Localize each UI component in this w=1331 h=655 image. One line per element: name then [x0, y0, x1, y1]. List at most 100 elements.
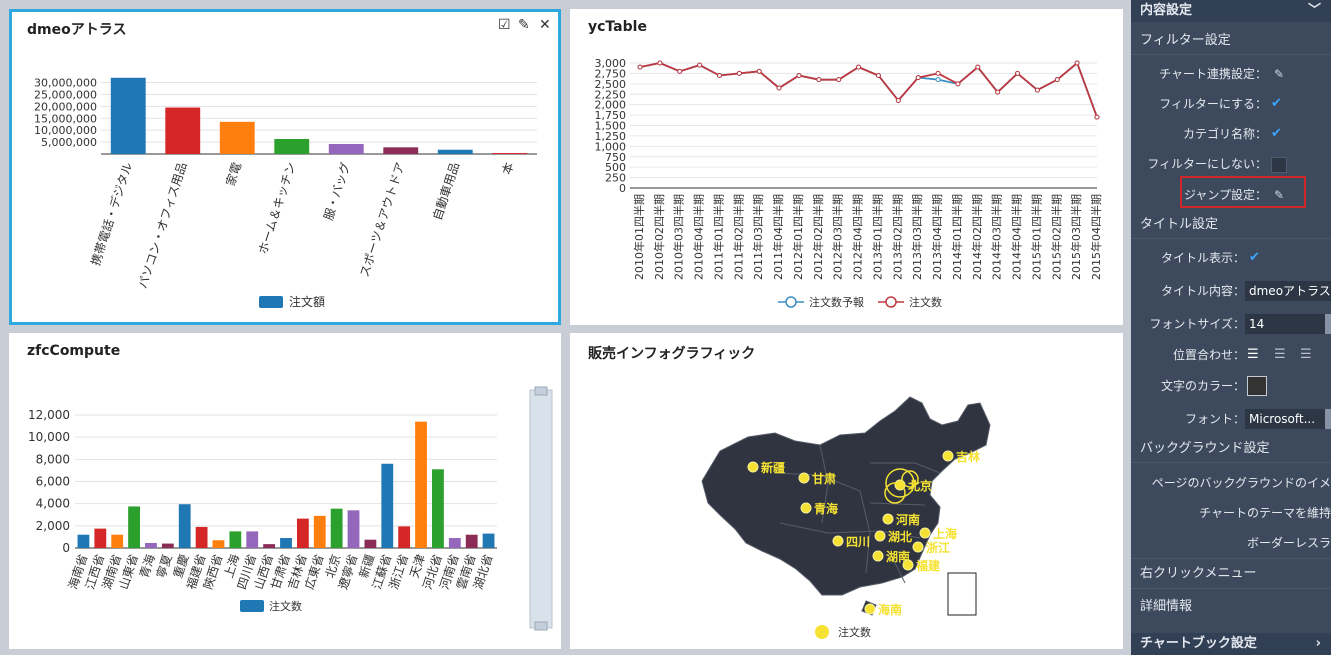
section-background: バックグラウンド設定 [1131, 436, 1331, 462]
row-keep-theme[interactable]: チャートのテーマを維持 [1131, 500, 1331, 526]
x-tick-label: 2013年02四半期 [890, 194, 904, 280]
chart-panel-zfc[interactable]: zfcCompute 0 2,000 4,000 6,000 8,000 10,000 12… [9, 333, 561, 649]
legend-label: 注文数 [838, 625, 871, 639]
map-point [919, 527, 931, 539]
row-chart-link: チャート連携設定： ✎ [1131, 61, 1331, 87]
edit-icon[interactable]: ✎ [1274, 61, 1284, 87]
align-left-icon[interactable]: ☰ [1247, 342, 1259, 368]
chevron-right-icon[interactable]: › [1316, 633, 1321, 655]
chart-panel-infographic[interactable]: 販売インフォグラフィック 新疆 甘肃 青海 四川 湖北 河南 上海 浙江 福建 湖南 海南 吉林 北京注… [570, 333, 1123, 649]
china-outline [701, 396, 991, 596]
font-label: フォント： [1184, 412, 1245, 426]
section-label: 右クリックメニュー [1140, 566, 1257, 581]
title-content-input[interactable]: dmeoアトラス [1245, 281, 1331, 301]
x-tick-label: 2011年03四半期 [751, 194, 765, 280]
bar [296, 518, 309, 548]
legend-label: 注文数 [909, 295, 942, 309]
bar [448, 538, 461, 548]
x-tick-label: 携帯電話・デジタル [88, 160, 136, 267]
data-point [736, 70, 742, 76]
font-size-label: フォントサイズ： [1149, 317, 1245, 331]
data-point [796, 73, 802, 78]
legend-label: 注文数 [269, 599, 302, 613]
data-point [995, 89, 1001, 95]
map-label: 河南 [895, 512, 920, 527]
data-point [1074, 60, 1080, 66]
bar [330, 508, 343, 548]
title-show-checkbox[interactable] [1249, 245, 1263, 271]
x-tick-label: 2015年04四半期 [1089, 194, 1103, 280]
row-borderless[interactable]: ボーダーレスラ [1131, 530, 1331, 556]
text-color-label: 文字のカラー： [1160, 379, 1245, 393]
map-point [874, 530, 886, 542]
map-point [912, 541, 924, 553]
section-right-click[interactable]: 右クリックメニュー [1131, 561, 1331, 587]
x-tick-label: 2013年04四半期 [930, 194, 944, 280]
chart-panel-yctable[interactable]: ycTable 0 250 500 750 1,000 1,250 1,500 1,750 2,… [570, 9, 1123, 325]
x-tick-label: スポーツ＆アウトドア [357, 161, 407, 279]
x-tick-label: 2015年01四半期 [1029, 194, 1043, 280]
map-point [942, 450, 954, 462]
section-content-settings[interactable]: 内容設定 ﹀ [1131, 0, 1331, 22]
x-tick-label: 2010年03四半期 [672, 194, 686, 280]
no-filter-checkbox[interactable] [1271, 157, 1287, 173]
bar [313, 515, 326, 548]
font-size-input[interactable]: 14 [1245, 314, 1325, 334]
legend-marker [885, 296, 897, 308]
chevron-down-icon[interactable]: ﹀ [1308, 0, 1321, 22]
y-tick-label: 15,000,000 [34, 112, 97, 125]
align-right-icon[interactable]: ☰ [1300, 342, 1312, 368]
bar [195, 526, 208, 548]
x-tick-label: 2012年04四半期 [851, 194, 865, 280]
x-tick-label: 本 [500, 161, 517, 177]
jump-label: ジャンプ設定： [1183, 188, 1267, 202]
bar [94, 528, 107, 548]
make-filter-checkbox[interactable] [1271, 91, 1285, 117]
divider [1131, 558, 1331, 559]
data-point [1015, 70, 1021, 76]
bar [128, 506, 140, 548]
bar [111, 534, 124, 548]
page-bg-label: ページのバックグラウンドのイメ [1151, 476, 1331, 490]
section-chartbook[interactable]: チャートブック設定 › [1131, 633, 1331, 655]
data-point [1034, 87, 1040, 93]
row-page-bg[interactable]: ページのバックグラウンドのイメ [1131, 470, 1331, 496]
x-tick-label: 家電 [222, 160, 244, 187]
chart-panel-dmeo[interactable]: dmeoアトラス ☑ ✎ ✕ 5,000,000 10,000,000 15,000… [9, 9, 561, 325]
align-center-icon[interactable]: ☰ [1274, 342, 1286, 368]
map-label: 海南 [878, 602, 902, 617]
section-title: タイトル設定 [1131, 212, 1331, 238]
y-tick-label: 10,000,000 [34, 124, 97, 137]
align-label: 位置合わせ： [1172, 348, 1245, 362]
make-filter-label: フィルターにする： [1159, 97, 1267, 111]
data-point [875, 73, 881, 78]
bar [364, 539, 377, 548]
font-size-stepper[interactable] [1325, 314, 1331, 334]
y-tick-label: 20,000,000 [34, 100, 97, 113]
x-tick-label: 2014年04四半期 [1010, 194, 1024, 280]
font-select-scroll[interactable] [1325, 409, 1331, 429]
borderless-label: ボーダーレスラ [1246, 536, 1331, 550]
map-label: 湖南 [886, 549, 910, 564]
category-name-checkbox[interactable] [1271, 121, 1285, 147]
x-tick-label: 2010年04四半期 [692, 194, 706, 280]
bar [212, 540, 225, 548]
bar [77, 534, 90, 548]
map-point [798, 472, 810, 484]
section-detail[interactable]: 詳細情報 [1131, 594, 1331, 620]
x-tick-label: 2012年03四半期 [831, 194, 845, 280]
edit-icon[interactable]: ✎ [1274, 182, 1284, 208]
map-point [832, 535, 844, 547]
x-tick-label: 2011年04四半期 [771, 194, 785, 280]
section-label: チャートブック設定 [1140, 636, 1257, 651]
slider-handle-top [534, 386, 548, 396]
y-tick-label: 30,000,000 [34, 77, 97, 90]
font-select[interactable]: Microsoft... [1245, 409, 1325, 429]
text-color-swatch[interactable] [1247, 376, 1267, 396]
data-point [657, 60, 663, 66]
x-tick-label: 2010年01四半期 [632, 194, 646, 280]
bar [383, 147, 419, 154]
data-point [816, 77, 822, 83]
data-point [1094, 114, 1100, 120]
data-point [697, 62, 703, 68]
